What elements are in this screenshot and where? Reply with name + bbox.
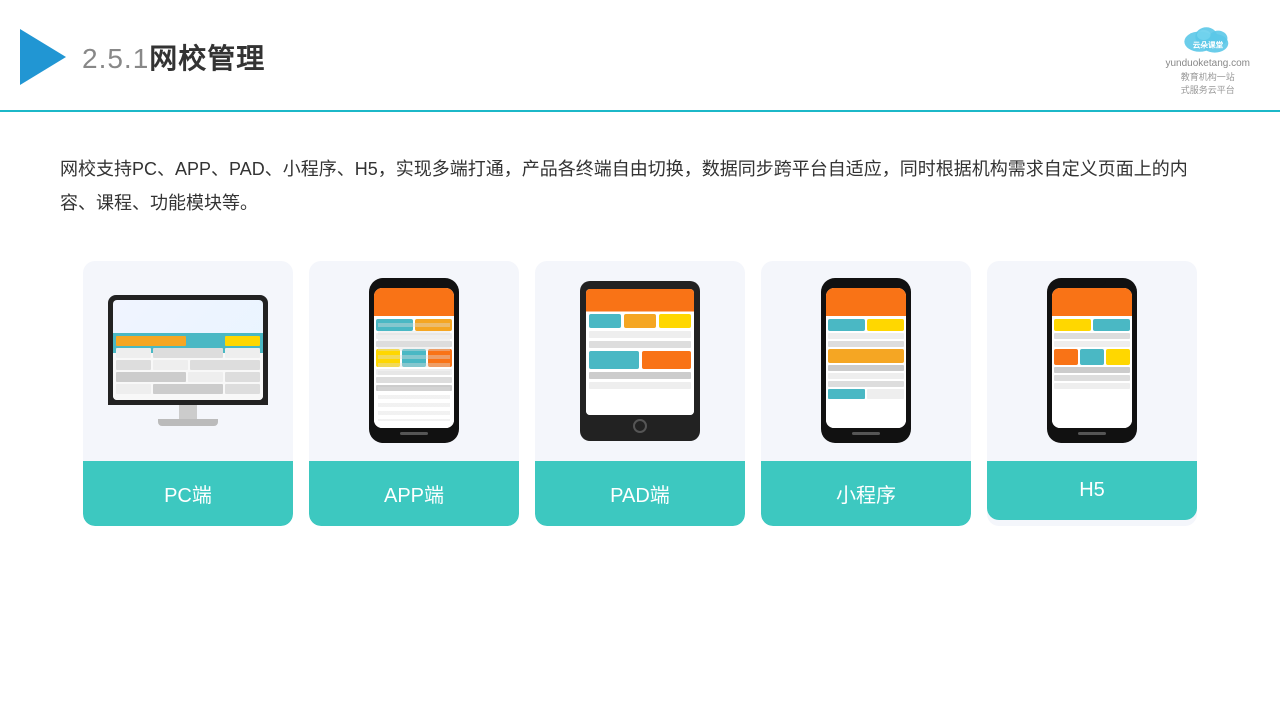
header-left: 2.5.1网校管理 (20, 29, 265, 85)
card-pad-label: PAD端 (535, 461, 745, 526)
card-miniapp-label: 小程序 (761, 461, 971, 526)
card-h5-label: H5 (987, 461, 1197, 520)
phone-mockup-h5-icon (1047, 278, 1137, 443)
logo-slogan-text: 教育机构一站式服务云平台 (1181, 71, 1235, 96)
card-app-label: APP端 (309, 461, 519, 526)
cards-container: PC端 (0, 241, 1280, 556)
brand-logo: 云朵课堂 yunduoketang.com 教育机构一站式服务云平台 (1165, 18, 1250, 96)
page-title: 2.5.1网校管理 (82, 37, 265, 77)
phone-mockup-icon (369, 278, 459, 443)
description-text: 网校支持PC、APP、PAD、小程序、H5，实现多端打通，产品各终端自由切换，数… (0, 112, 1280, 240)
card-miniapp[interactable]: 小程序 (761, 261, 971, 526)
logo-url-text: yunduoketang.com (1165, 58, 1250, 69)
triangle-logo-icon (20, 29, 66, 85)
card-app[interactable]: APP端 (309, 261, 519, 526)
card-pc-label: PC端 (83, 461, 293, 526)
phone-mockup-miniapp-icon (821, 278, 911, 443)
cloud-logo-icon: 云朵课堂 (1172, 18, 1244, 56)
card-miniapp-image (761, 261, 971, 461)
svg-text:云朵课堂: 云朵课堂 (1193, 40, 1224, 50)
card-pad[interactable]: PAD端 (535, 261, 745, 526)
header: 2.5.1网校管理 云朵课堂 yunduoketang.com 教育机构一站式服… (0, 0, 1280, 112)
card-h5[interactable]: H5 (987, 261, 1197, 526)
tablet-mockup-icon (580, 281, 700, 441)
pc-monitor-icon (108, 295, 268, 426)
card-app-image (309, 261, 519, 461)
card-pc-image (83, 261, 293, 461)
card-pc[interactable]: PC端 (83, 261, 293, 526)
card-h5-image (987, 261, 1197, 461)
card-pad-image (535, 261, 745, 461)
